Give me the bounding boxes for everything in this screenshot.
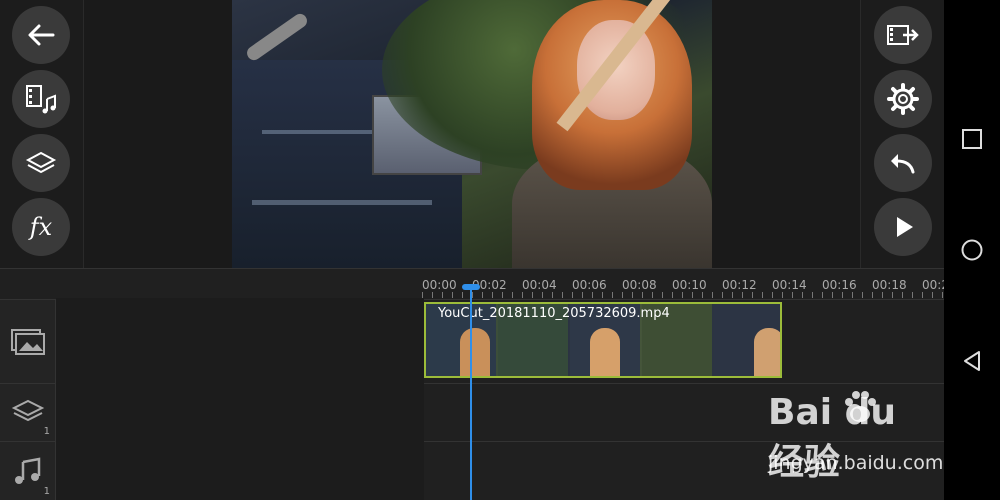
baidu-paw-icon xyxy=(845,391,876,422)
media-music-icon xyxy=(26,85,56,114)
undo-icon xyxy=(891,154,915,174)
preview-microphone xyxy=(244,11,310,63)
ruler-label: 00:10 xyxy=(672,278,707,292)
play-icon xyxy=(897,217,913,237)
right-toolbar xyxy=(860,0,944,268)
media-button[interactable] xyxy=(12,70,70,128)
square-icon xyxy=(962,129,982,149)
effects-button[interactable]: fx xyxy=(12,198,70,256)
track-header-column: 1 1 xyxy=(0,299,56,500)
layers-button[interactable] xyxy=(12,134,70,192)
fx-icon: fx xyxy=(29,213,53,241)
audio-track-header[interactable]: 1 xyxy=(0,441,56,500)
timeline-empty-area xyxy=(56,298,424,500)
ruler-label: 00:04 xyxy=(522,278,557,292)
audio-track-count: 1 xyxy=(43,486,50,497)
ruler-label: 00:12 xyxy=(722,278,757,292)
clip-filename: YouCut_20181110_205732609.mp4 xyxy=(438,306,670,321)
undo-button[interactable] xyxy=(874,134,932,192)
ruler-label: 00:18 xyxy=(872,278,907,292)
video-track-icon xyxy=(11,329,45,355)
playhead-handle[interactable] xyxy=(462,284,480,290)
video-track-header[interactable] xyxy=(0,299,56,383)
play-button[interactable] xyxy=(874,198,932,256)
preview-person-face xyxy=(577,20,655,120)
audio-track-icon xyxy=(15,457,41,484)
ruler-label: 00:14 xyxy=(772,278,807,292)
back-button[interactable] xyxy=(12,6,70,64)
layer-track-header[interactable]: 1 xyxy=(0,383,56,441)
ruler-label: 00:16 xyxy=(822,278,857,292)
ruler-label: 00:06 xyxy=(572,278,607,292)
ruler-label: 00:00 xyxy=(422,278,457,292)
export-button[interactable] xyxy=(874,6,932,64)
system-navigation-bar xyxy=(944,0,1000,500)
export-film-icon xyxy=(887,25,919,45)
left-toolbar: fx xyxy=(0,0,84,268)
home-button[interactable] xyxy=(958,236,986,264)
ruler-label: 00:08 xyxy=(622,278,657,292)
watermark-url: jingyan.baidu.com xyxy=(768,452,944,474)
video-clip[interactable]: YouCut_20181110_205732609.mp4 xyxy=(424,302,782,378)
baidu-watermark: Bai du 经验 jingyan.baidu.com xyxy=(768,391,944,483)
timeline-ruler[interactable]: 00:00 00:02 00:04 00:06 00:08 00:10 00:1… xyxy=(422,269,949,299)
circle-icon xyxy=(961,239,983,261)
gear-icon xyxy=(887,83,919,115)
system-back-button[interactable] xyxy=(958,347,986,375)
triangle-back-icon xyxy=(964,351,980,371)
layers-icon xyxy=(25,151,57,174)
playhead[interactable] xyxy=(470,288,472,500)
settings-button[interactable] xyxy=(874,70,932,128)
layer-track-icon xyxy=(11,399,45,422)
ruler-ticks xyxy=(422,292,944,298)
back-arrow-icon xyxy=(28,24,55,46)
video-preview[interactable] xyxy=(232,0,712,268)
layer-track-count: 1 xyxy=(43,426,50,437)
recents-button[interactable] xyxy=(958,125,986,153)
